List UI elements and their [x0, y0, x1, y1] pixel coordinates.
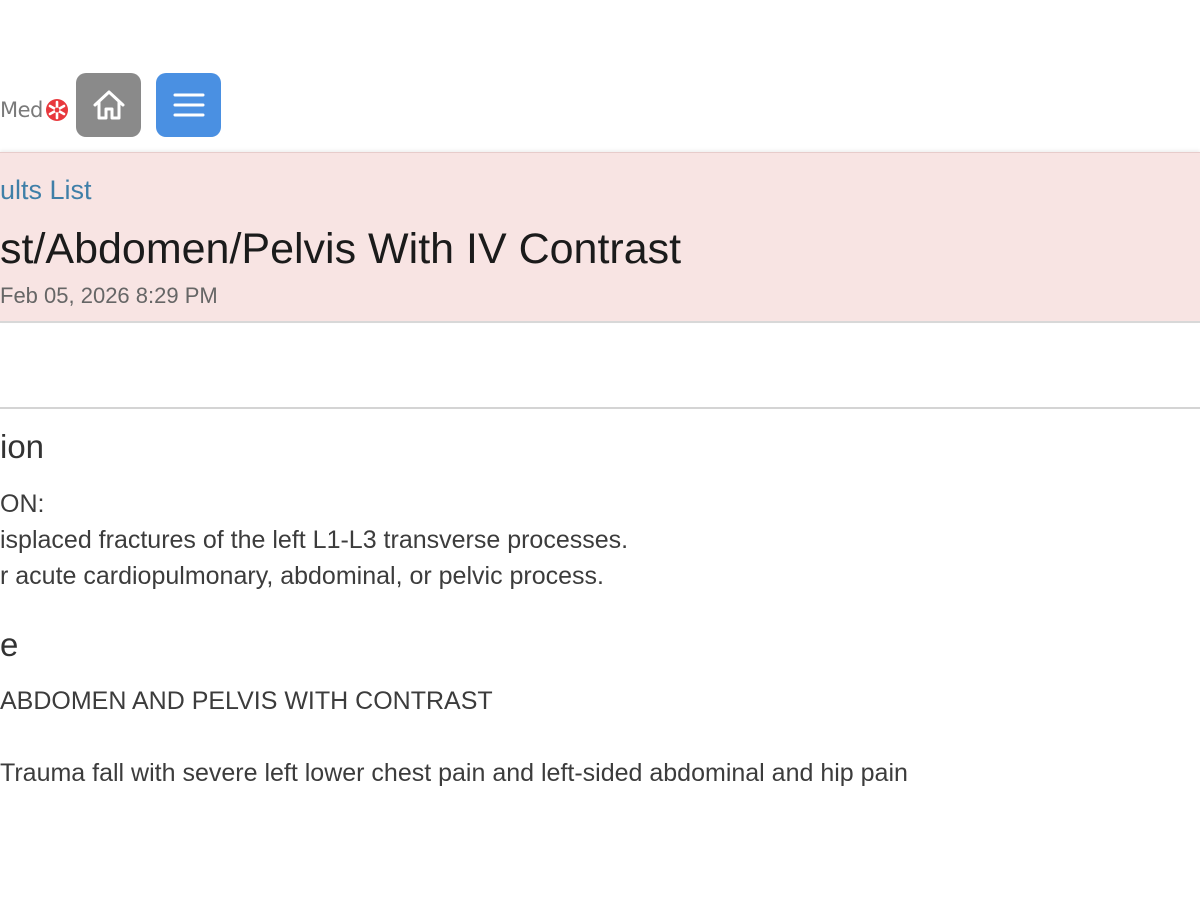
top-bar: Med [0, 0, 1200, 152]
procedure-heading: e [0, 626, 19, 663]
indication-line: Trauma fall with severe left lower chest… [0, 759, 908, 787]
hamburger-menu-icon [173, 93, 204, 117]
logo-mark-icon [45, 99, 68, 121]
page-title: st/Abdomen/Pelvis With IV Contrast [0, 225, 682, 273]
app-logo: Med [0, 93, 69, 127]
procedure-line: ABDOMEN AND PELVIS WITH CONTRAST [0, 687, 493, 715]
menu-button[interactable] [156, 73, 221, 137]
impression-line: r acute cardiopulmonary, abdominal, or p… [0, 562, 604, 590]
home-button[interactable] [76, 73, 141, 137]
home-icon [93, 90, 124, 120]
result-header: ults List st/Abdomen/Pelvis With IV Cont… [0, 152, 1200, 323]
result-date: Feb 05, 2026 8:29 PM [0, 283, 218, 308]
impression-heading: ion [0, 428, 45, 465]
impression-line: isplaced fractures of the left L1-L3 tra… [0, 526, 629, 554]
logo-text: Med [0, 98, 43, 122]
impression-line: ON: [0, 490, 45, 518]
back-to-results-link[interactable]: ults List [0, 175, 92, 206]
section-divider [0, 407, 1200, 409]
